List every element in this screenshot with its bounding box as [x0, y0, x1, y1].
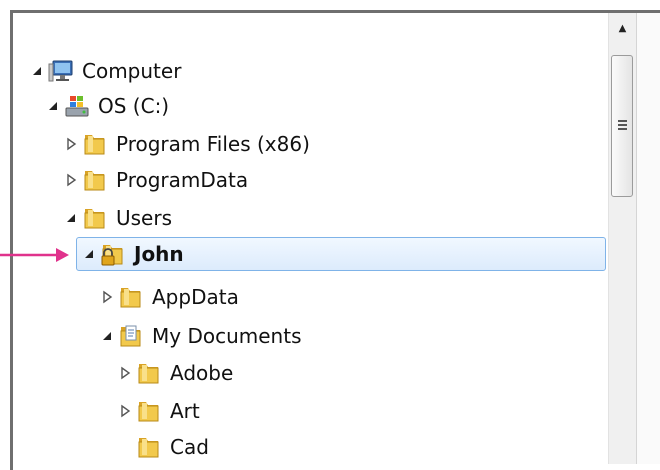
tree-item-programdata[interactable]: ProgramData: [64, 164, 248, 196]
folder-icon: [136, 398, 162, 424]
tree-item-label: AppData: [152, 285, 239, 309]
collapsed-triangle-icon[interactable]: [64, 173, 78, 187]
tree-item-john[interactable]: John: [82, 238, 184, 270]
collapsed-triangle-icon[interactable]: [64, 137, 78, 151]
tree-item-label: My Documents: [152, 324, 302, 348]
computer-icon: [48, 58, 74, 84]
tree-item-label: Adobe: [170, 361, 234, 385]
tree-item-label: Program Files (x86): [116, 132, 310, 156]
collapsed-triangle-icon[interactable]: [118, 404, 132, 418]
tree-item-my-documents[interactable]: My Documents: [100, 320, 301, 352]
expanded-triangle-icon[interactable]: [30, 64, 44, 78]
tree-item-adobe[interactable]: Adobe: [118, 357, 233, 389]
tree-item-users[interactable]: Users: [64, 202, 172, 234]
expanded-triangle-icon[interactable]: [82, 247, 96, 261]
folder-icon: [82, 205, 108, 231]
no-expander-spacer: [118, 440, 132, 454]
folder-icon: [82, 131, 108, 157]
tree-item-os-drive[interactable]: OS (C:): [46, 90, 169, 122]
tree-item-label: ProgramData: [116, 168, 249, 192]
tree-item-label: John: [134, 242, 184, 266]
tree-item-program-files-x86[interactable]: Program Files (x86): [64, 128, 310, 160]
tree-item-art[interactable]: Art: [118, 395, 200, 427]
tree-item-label: Cad: [170, 435, 209, 459]
tree-item-appdata[interactable]: AppData: [100, 281, 239, 313]
folder-icon: [118, 284, 144, 310]
folder-icon: [136, 360, 162, 386]
documents-folder-icon: [118, 323, 144, 349]
drive-icon: [64, 93, 90, 119]
tree-item-cad[interactable]: Cad: [118, 431, 209, 463]
scroll-up-arrow-icon[interactable]: ▲: [609, 19, 636, 39]
tree-item-label: Users: [116, 206, 173, 230]
tree-item-label: Art: [170, 399, 200, 423]
expanded-triangle-icon[interactable]: [100, 329, 114, 343]
scroll-thumb[interactable]: [611, 55, 633, 197]
tree-item-label: Computer: [82, 59, 182, 83]
expanded-triangle-icon[interactable]: [46, 99, 60, 113]
grip-line: [618, 124, 627, 126]
pointer-arrow-icon: [0, 248, 69, 262]
collapsed-triangle-icon[interactable]: [118, 366, 132, 380]
locked-folder-icon: [100, 241, 126, 267]
grip-line: [618, 120, 627, 122]
collapsed-triangle-icon[interactable]: [100, 290, 114, 304]
vertical-scrollbar[interactable]: ▲: [608, 13, 636, 464]
folder-icon: [136, 434, 162, 460]
adjacent-pane-edge: [636, 13, 660, 464]
tree-item-label: OS (C:): [98, 94, 170, 118]
folder-icon: [82, 167, 108, 193]
tree-item-computer[interactable]: Computer: [30, 55, 181, 87]
grip-line: [618, 128, 627, 130]
expanded-triangle-icon[interactable]: [64, 211, 78, 225]
